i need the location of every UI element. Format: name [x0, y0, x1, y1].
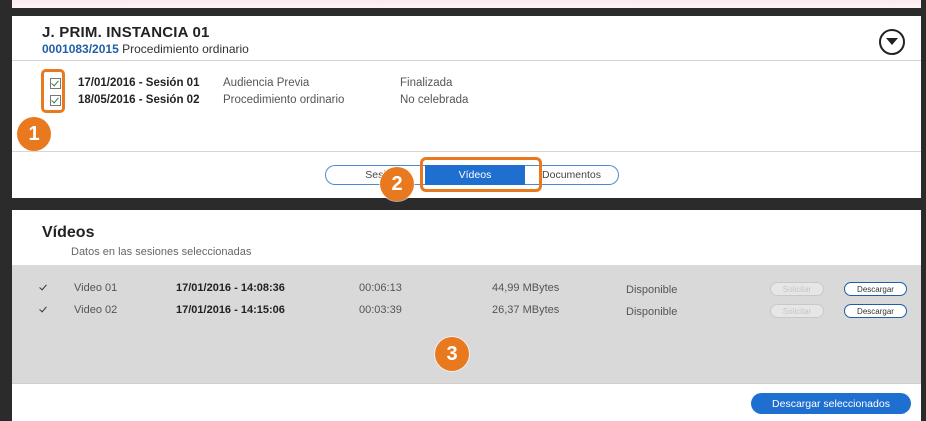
video-checkbox[interactable] — [39, 304, 49, 316]
video-datetime: 17/01/2016 - 14:08:36 — [176, 282, 285, 294]
divider — [12, 60, 921, 61]
step-badge-1: 1 — [17, 117, 51, 151]
court-title: J. PRIM. INSTANCIA 01 — [42, 24, 210, 41]
video-checkbox[interactable] — [39, 282, 49, 294]
videos-list: Video 01 17/01/2016 - 14:08:36 00:06:13 … — [12, 265, 921, 383]
download-button[interactable]: Descargar — [844, 304, 907, 318]
video-duration: 00:06:13 — [359, 282, 402, 294]
video-row: Video 01 17/01/2016 - 14:08:36 00:06:13 … — [12, 280, 921, 298]
collapse-button[interactable] — [879, 29, 905, 55]
video-duration: 00:03:39 — [359, 304, 402, 316]
case-type: Procedimiento ordinario — [122, 42, 249, 56]
videos-panel: Vídeos Datos en las sesiones seleccionad… — [12, 210, 921, 421]
session-status: No celebrada — [400, 94, 469, 106]
request-button[interactable]: Solicitar — [770, 304, 824, 318]
session-type: Procedimiento ordinario — [223, 94, 345, 106]
frame-top — [0, 8, 926, 16]
frame-separator — [0, 198, 926, 210]
request-button[interactable]: Solicitar — [770, 282, 824, 296]
divider — [12, 383, 921, 384]
step-badge-2: 2 — [380, 167, 414, 201]
frame-left — [0, 0, 12, 421]
highlight-box-checkboxes — [41, 69, 65, 113]
video-size: 26,37 MBytes — [492, 304, 560, 316]
video-availability: Disponible — [626, 284, 678, 296]
chevron-down-icon — [886, 38, 898, 45]
session-row: 17/01/2016 - Sesión 01 Audiencia Previa … — [50, 76, 452, 90]
checkmark-icon — [39, 282, 47, 291]
video-name: Video 01 — [74, 282, 118, 294]
video-availability: Disponible — [626, 306, 678, 318]
session-row: 18/05/2016 - Sesión 02 Procedimiento ord… — [50, 93, 468, 107]
checkmark-icon — [39, 304, 47, 313]
case-line: 0001083/2015 Procedimiento ordinario — [42, 42, 249, 56]
session-status: Finalizada — [400, 77, 453, 89]
case-panel: J. PRIM. INSTANCIA 01 0001083/2015 Proce… — [12, 16, 921, 201]
frame-right — [921, 0, 926, 421]
videos-title: Vídeos — [42, 224, 95, 241]
video-name: Video 02 — [74, 304, 118, 316]
highlight-box-videos-tab — [420, 157, 542, 192]
session-date: 17/01/2016 - Sesión 01 — [78, 77, 200, 89]
session-date: 18/05/2016 - Sesión 02 — [78, 94, 200, 106]
session-type: Audiencia Previa — [223, 77, 310, 89]
case-number: 0001083/2015 — [42, 42, 119, 56]
video-size: 44,99 MBytes — [492, 282, 560, 294]
download-button[interactable]: Descargar — [844, 282, 907, 296]
video-row: Video 02 17/01/2016 - 14:15:06 00:03:39 … — [12, 302, 921, 320]
step-badge-3: 3 — [435, 337, 469, 371]
video-datetime: 17/01/2016 - 14:15:06 — [176, 304, 285, 316]
videos-subtitle: Datos en las sesiones seleccionadas — [71, 246, 252, 258]
divider — [12, 151, 921, 152]
download-selected-button[interactable]: Descargar seleccionados — [751, 393, 911, 414]
